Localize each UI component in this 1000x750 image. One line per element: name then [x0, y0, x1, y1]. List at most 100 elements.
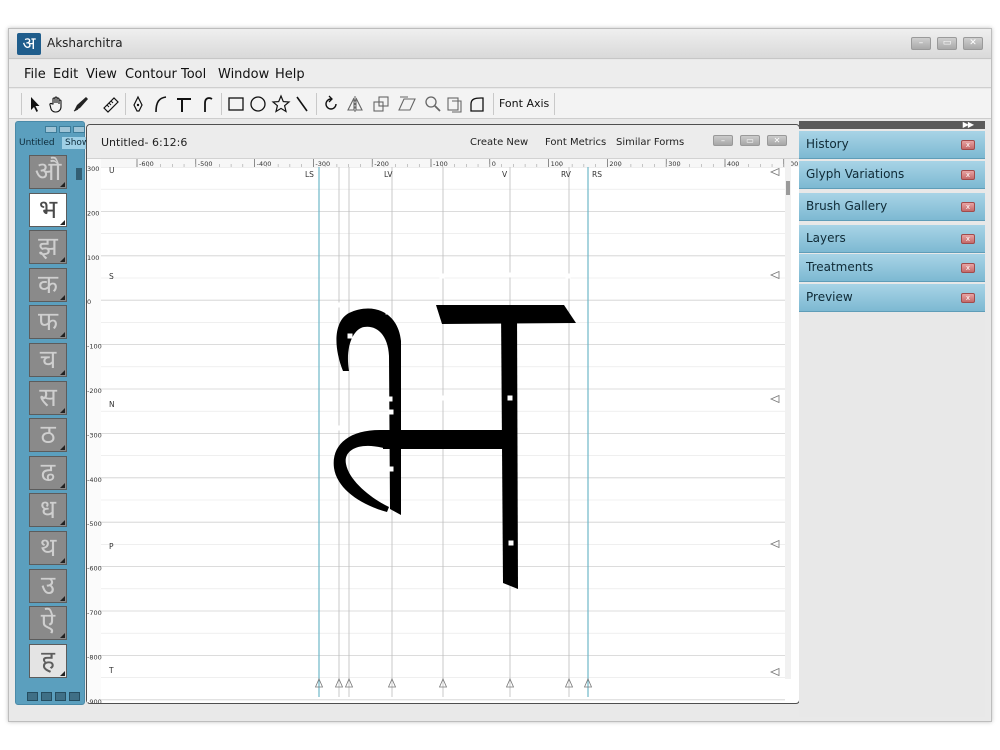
- skew-icon[interactable]: [397, 94, 417, 114]
- font-axis-button[interactable]: Font Axis: [499, 97, 549, 110]
- guide-marker-icon[interactable]: [770, 167, 780, 177]
- panel-brush-gallery-close-icon[interactable]: x: [961, 202, 975, 212]
- glyph-options-icon[interactable]: [60, 445, 65, 451]
- close-button[interactable]: ✕: [963, 37, 983, 50]
- glyph-options-icon[interactable]: [60, 520, 65, 526]
- mirror-icon[interactable]: [345, 94, 365, 114]
- glyph-tile[interactable]: उ: [29, 568, 67, 603]
- glyph-options-icon[interactable]: [60, 219, 65, 225]
- panel-preview-close-icon[interactable]: x: [961, 293, 975, 303]
- glyph-tile[interactable]: भ: [29, 192, 67, 227]
- star-icon[interactable]: [271, 94, 291, 114]
- create-new-link[interactable]: Create New: [470, 137, 528, 148]
- glyph-tile[interactable]: ऐ: [29, 606, 67, 641]
- glyph-options-icon[interactable]: [60, 558, 65, 563]
- pen-icon[interactable]: [128, 94, 148, 114]
- panel-page-icon[interactable]: [55, 692, 66, 701]
- glyph-tile[interactable]: थ: [29, 531, 67, 565]
- glyph-options-icon[interactable]: [60, 257, 65, 263]
- glyph-tile[interactable]: औ: [29, 155, 67, 189]
- control-point[interactable]: [507, 395, 513, 401]
- glyph-options-icon[interactable]: [60, 670, 65, 676]
- glyph-tile[interactable]: फ: [29, 305, 67, 340]
- t-stem-icon[interactable]: [174, 94, 194, 114]
- minimize-button[interactable]: –: [911, 37, 931, 50]
- doc-close-button[interactable]: ✕: [767, 135, 787, 146]
- maximize-button[interactable]: ▭: [937, 37, 957, 50]
- control-point[interactable]: [388, 409, 394, 415]
- control-point[interactable]: [336, 425, 342, 431]
- menu-view[interactable]: View: [86, 67, 117, 82]
- canvas-scrollbar[interactable]: [785, 159, 791, 679]
- ruler-icon[interactable]: [101, 94, 121, 114]
- control-point[interactable]: [507, 272, 513, 278]
- glyph-tile[interactable]: झ: [29, 230, 67, 265]
- hand-icon[interactable]: [47, 94, 67, 114]
- menu-help[interactable]: Help: [275, 67, 305, 82]
- curve-icon[interactable]: [150, 94, 170, 114]
- panel-layers-icon[interactable]: [41, 692, 52, 701]
- control-point[interactable]: [440, 395, 446, 401]
- panel-layers[interactable]: Layers x: [799, 225, 985, 253]
- doc-maximize-button[interactable]: ▭: [740, 135, 760, 146]
- line-icon[interactable]: [292, 94, 312, 114]
- panel-glyph-variations[interactable]: Glyph Variations x: [799, 161, 985, 189]
- guide-marker-icon[interactable]: [770, 270, 780, 280]
- control-point[interactable]: [508, 540, 514, 546]
- menu-contour[interactable]: Contour: [125, 67, 177, 82]
- glyph-tile[interactable]: ध: [29, 493, 67, 528]
- glyph-options-icon[interactable]: [60, 370, 65, 375]
- similar-forms-link[interactable]: Similar Forms: [616, 137, 684, 148]
- control-point[interactable]: [388, 466, 394, 472]
- control-point[interactable]: [334, 302, 340, 308]
- panel-history[interactable]: History x: [799, 131, 985, 159]
- glyph-panel-scrollbar[interactable]: [76, 168, 82, 180]
- menu-file[interactable]: File: [24, 67, 46, 82]
- glyph-tile[interactable]: ठ: [29, 418, 67, 453]
- font-metrics-link[interactable]: Font Metrics: [545, 137, 606, 148]
- glyph-options-icon[interactable]: [60, 294, 65, 300]
- glyph-options-icon[interactable]: [60, 482, 65, 488]
- corner-icon[interactable]: [467, 94, 487, 114]
- panel-history-close-icon[interactable]: x: [961, 140, 975, 150]
- control-point[interactable]: [565, 273, 571, 279]
- glyph-tile[interactable]: ह: [29, 643, 67, 678]
- guide-marker-icon[interactable]: [770, 667, 780, 677]
- control-point[interactable]: [439, 273, 445, 279]
- glyph-options-icon[interactable]: [60, 633, 65, 639]
- zoom-icon[interactable]: [423, 94, 443, 114]
- panel-preview[interactable]: Preview x: [799, 284, 985, 312]
- glyph-tile[interactable]: ढ: [29, 455, 67, 490]
- panel-layers-close-icon[interactable]: x: [961, 234, 975, 244]
- guide-marker-icon[interactable]: [770, 539, 780, 549]
- panel-glyph-variations-close-icon[interactable]: x: [961, 170, 975, 180]
- menu-tool[interactable]: Tool: [181, 67, 206, 82]
- pen-nib-icon[interactable]: [71, 94, 91, 114]
- glyph-options-icon[interactable]: [60, 407, 65, 413]
- hook-stem-icon[interactable]: [197, 94, 217, 114]
- guide-marker-icon[interactable]: [770, 394, 780, 404]
- canvas-scroll-thumb[interactable]: [786, 181, 790, 195]
- glyph-panel-minimize-button[interactable]: [45, 126, 57, 133]
- ellipse-icon[interactable]: [248, 94, 268, 114]
- panel-image-icon[interactable]: [27, 692, 38, 701]
- glyph-tile[interactable]: च: [29, 343, 67, 377]
- doc-minimize-button[interactable]: –: [713, 135, 733, 146]
- rotate-icon[interactable]: [321, 94, 341, 114]
- glyph-panel-close-button[interactable]: [73, 126, 85, 133]
- expand-panel-icon[interactable]: ▶▶: [963, 120, 974, 129]
- menu-edit[interactable]: Edit: [53, 67, 78, 82]
- glyph-tile[interactable]: क: [29, 267, 67, 302]
- glyph-canvas[interactable]: -600 -500 -400 -300 -200 -100 0 100 200 300 400 500…: [87, 159, 799, 703]
- scale-icon[interactable]: [371, 94, 391, 114]
- panel-treatments[interactable]: Treatments x: [799, 254, 985, 282]
- control-point[interactable]: [385, 309, 391, 315]
- glyph-options-icon[interactable]: [60, 332, 65, 338]
- glyph-panel-restore-button[interactable]: [59, 126, 71, 133]
- select-arrow-icon[interactable]: [25, 94, 45, 114]
- canvas-glyph[interactable]: [333, 272, 576, 589]
- copy-icon[interactable]: [445, 94, 465, 114]
- panel-trash-icon[interactable]: [69, 692, 80, 701]
- panel-treatments-close-icon[interactable]: x: [961, 263, 975, 273]
- glyph-options-icon[interactable]: [60, 595, 65, 601]
